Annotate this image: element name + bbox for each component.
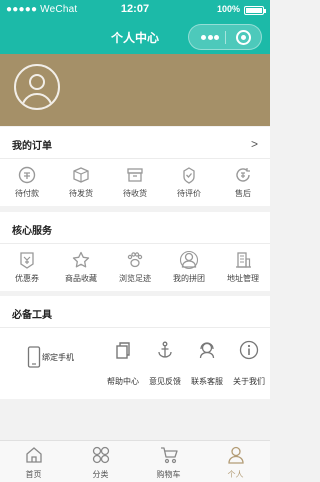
home-icon (26, 447, 42, 463)
tab-category[interactable]: 分类 (67, 441, 134, 482)
tool-item-label: 帮助中心 (107, 377, 139, 386)
close-target-icon[interactable] (236, 30, 251, 45)
status-bar: ●●●●● WeChat 12:07 100% (0, 0, 270, 20)
tab-label: 分类 (92, 470, 109, 479)
service-item-coupons[interactable]: 优惠券 (0, 244, 54, 290)
bind-phone-button[interactable]: 绑定手机 (12, 344, 112, 372)
order-item-label: 待发货 (69, 189, 93, 198)
footprint-icon (127, 252, 143, 268)
coupon-icon (20, 252, 34, 269)
profile-banner (0, 54, 270, 126)
more-icon[interactable] (201, 35, 219, 40)
tool-item-feedback[interactable]: 意见反馈 (145, 336, 185, 392)
order-item-label: 待付款 (15, 189, 39, 198)
services-title: 核心服务 (12, 226, 52, 237)
service-item-footprints[interactable]: 浏览足迹 (108, 244, 162, 290)
tab-cart[interactable]: 购物车 (135, 441, 202, 482)
avatar-head-shape (29, 74, 45, 90)
truck-icon (127, 168, 143, 182)
orders-grid: 待付款 待发货 待收货 待评价 售后 (0, 159, 270, 205)
tool-item-label: 关于我们 (233, 377, 265, 386)
tab-label: 个人 (227, 470, 244, 479)
mini-program-capsule (188, 24, 262, 50)
tab-label: 首页 (25, 470, 42, 479)
tab-bar: 首页 分类 购物车 个人 (0, 440, 270, 482)
group-icon (179, 250, 199, 270)
service-item-label: 地址管理 (227, 274, 259, 283)
services-section: 核心服务 优惠券 商品收藏 浏览足迹 我的拼团 地址管理 (0, 212, 270, 291)
tools-section: 必备工具 绑定手机 帮助中心 意见反馈 联系客服 关于我们 (0, 296, 270, 399)
tools-row: 绑定手机 帮助中心 意见反馈 联系客服 关于我们 (0, 328, 270, 398)
cart-icon (161, 447, 178, 464)
bind-phone-label: 绑定手机 (42, 353, 74, 362)
after-sale-icon (236, 168, 250, 182)
box-icon (73, 167, 89, 183)
tools-title: 必备工具 (12, 310, 52, 321)
copy-icon (116, 342, 130, 359)
person-icon (228, 446, 244, 464)
rate-icon (183, 167, 195, 184)
tools-header: 必备工具 (0, 296, 270, 328)
service-item-group-buy[interactable]: 我的拼团 (162, 244, 216, 290)
tool-item-label: 联系客服 (191, 377, 223, 386)
order-item-label: 待评价 (177, 189, 201, 198)
tool-item-support[interactable]: 联系客服 (187, 336, 227, 392)
services-grid: 优惠券 商品收藏 浏览足迹 我的拼团 地址管理 (0, 244, 270, 290)
battery-icon (244, 6, 266, 15)
service-item-address[interactable]: 地址管理 (216, 244, 270, 290)
orders-title: 我的订单 (12, 141, 52, 152)
service-item-label: 浏览足迹 (119, 274, 151, 283)
order-item-pending-payment[interactable]: 待付款 (0, 159, 54, 205)
tab-label: 购物车 (156, 470, 181, 479)
order-item-after-sale[interactable]: 售后 (216, 159, 270, 205)
service-item-favorites[interactable]: 商品收藏 (54, 244, 108, 290)
avatar-body-shape (21, 93, 53, 108)
battery-percent: 100% (216, 4, 240, 14)
tool-item-label: 意见反馈 (149, 377, 181, 386)
capsule-divider (225, 31, 226, 44)
headset-icon (199, 342, 215, 359)
category-icon (92, 446, 110, 464)
service-item-label: 优惠券 (15, 274, 39, 283)
order-item-label: 售后 (235, 189, 251, 198)
order-item-pending-review[interactable]: 待评价 (162, 159, 216, 205)
nav-bar: 个人中心 (0, 20, 270, 54)
service-item-label: 商品收藏 (65, 274, 97, 283)
order-item-pending-shipment[interactable]: 待发货 (54, 159, 108, 205)
services-header: 核心服务 (0, 212, 270, 244)
tab-profile[interactable]: 个人 (202, 441, 269, 482)
wallet-icon (18, 166, 36, 184)
tab-home[interactable]: 首页 (0, 441, 67, 482)
order-item-pending-receipt[interactable]: 待收货 (108, 159, 162, 205)
star-icon (72, 251, 90, 268)
anchor-icon (158, 341, 172, 358)
phone-icon (27, 346, 41, 368)
info-icon (239, 340, 259, 360)
tool-item-about[interactable]: 关于我们 (229, 336, 269, 392)
orders-header[interactable]: 我的订单 > (0, 127, 270, 159)
service-item-label: 我的拼团 (173, 274, 205, 283)
orders-section: 我的订单 > 待付款 待发货 待收货 待评价 售后 (0, 127, 270, 206)
address-icon (236, 252, 251, 268)
chevron-right-icon: > (250, 137, 258, 151)
avatar[interactable] (14, 64, 60, 110)
order-item-label: 待收货 (123, 189, 147, 198)
tool-item-help[interactable]: 帮助中心 (103, 336, 143, 392)
